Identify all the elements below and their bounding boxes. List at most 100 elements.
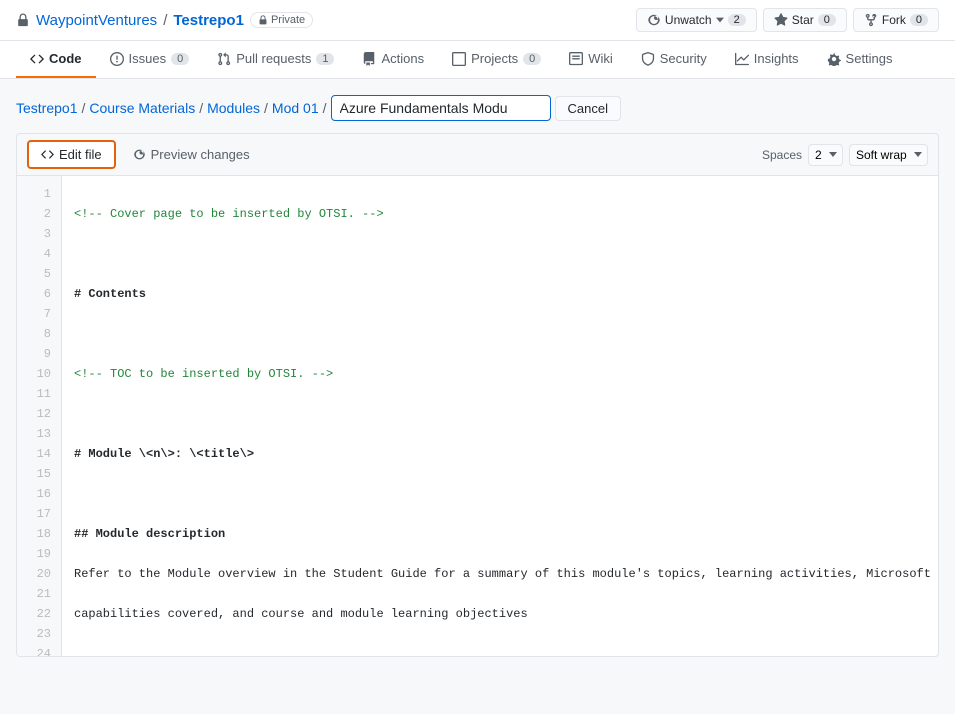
line-num-22: 22 (17, 604, 61, 624)
line-num-8: 8 (17, 324, 61, 344)
line-num-3: 3 (17, 224, 61, 244)
unwatch-count: 2 (728, 14, 746, 26)
edit-tabs: Edit file Preview changes (27, 140, 263, 169)
star-button[interactable]: Star 0 (763, 8, 847, 32)
breadcrumb-repo[interactable]: Testrepo1 (16, 100, 77, 116)
code-line-2 (74, 244, 926, 264)
fork-button[interactable]: Fork 0 (853, 8, 939, 32)
filename-input[interactable] (331, 95, 551, 121)
top-actions: Unwatch 2 Star 0 Fork 0 (636, 8, 939, 32)
title-sep: / (163, 12, 167, 29)
private-label: Private (271, 14, 305, 26)
line-num-14: 14 (17, 444, 61, 464)
main-content: Testrepo1 / Course Materials / Modules /… (0, 79, 955, 673)
line-num-4: 4 (17, 244, 61, 264)
code-line-3: # Contents (74, 284, 926, 304)
tab-issues-label: Issues (129, 51, 167, 66)
code-line-6 (74, 404, 926, 424)
tab-projects[interactable]: Projects 0 (438, 41, 555, 78)
code-lines[interactable]: 1 2 3 4 5 6 7 8 9 10 11 12 13 14 15 16 1… (17, 176, 938, 656)
breadcrumb-sep-2: / (264, 100, 268, 116)
code-content[interactable]: <!-- Cover page to be inserted by OTSI. … (62, 176, 938, 656)
tab-insights-label: Insights (754, 51, 799, 66)
tab-wiki[interactable]: Wiki (555, 41, 627, 78)
tab-settings[interactable]: Settings (813, 41, 907, 78)
line-num-20: 20 (17, 564, 61, 584)
edit-file-tab[interactable]: Edit file (27, 140, 116, 169)
tab-issues[interactable]: Issues 0 (96, 41, 204, 78)
repo-title: WaypointVentures / Testrepo1 Private (16, 12, 313, 29)
line-num-5: 5 (17, 264, 61, 284)
top-bar: WaypointVentures / Testrepo1 Private Unw… (0, 0, 955, 41)
line-num-19: 19 (17, 544, 61, 564)
tab-security-label: Security (660, 51, 707, 66)
code-editor[interactable]: 1 2 3 4 5 6 7 8 9 10 11 12 13 14 15 16 1… (16, 175, 939, 657)
line-numbers: 1 2 3 4 5 6 7 8 9 10 11 12 13 14 15 16 1… (17, 176, 62, 656)
line-num-13: 13 (17, 424, 61, 444)
tab-pull-requests[interactable]: Pull requests 1 (203, 41, 348, 78)
edit-file-label: Edit file (59, 147, 102, 162)
line-num-17: 17 (17, 504, 61, 524)
breadcrumb-sep-1: / (199, 100, 203, 116)
spaces-label: Spaces (762, 148, 802, 162)
breadcrumb-mod01[interactable]: Mod 01 (272, 100, 319, 116)
code-line-4 (74, 324, 926, 344)
code-line-12 (74, 644, 926, 656)
tab-projects-badge: 0 (523, 53, 541, 65)
tab-actions[interactable]: Actions (348, 41, 438, 78)
preview-changes-label: Preview changes (151, 147, 250, 162)
tab-wiki-label: Wiki (588, 51, 613, 66)
org-link[interactable]: WaypointVentures (36, 12, 157, 29)
line-num-23: 23 (17, 624, 61, 644)
breadcrumb-sep-0: / (81, 100, 85, 116)
line-num-11: 11 (17, 384, 61, 404)
tab-security[interactable]: Security (627, 41, 721, 78)
tab-insights[interactable]: Insights (721, 41, 813, 78)
fork-label: Fork (882, 13, 906, 27)
line-num-16: 16 (17, 484, 61, 504)
line-num-15: 15 (17, 464, 61, 484)
code-line-5: <!-- TOC to be inserted by OTSI. --> (74, 364, 926, 384)
breadcrumb-modules[interactable]: Modules (207, 100, 260, 116)
nav-tabs: Code Issues 0 Pull requests 1 Actions Pr… (0, 41, 955, 79)
breadcrumb-sep-3: / (323, 100, 327, 116)
line-num-12: 12 (17, 404, 61, 424)
line-num-6: 6 (17, 284, 61, 304)
repo-link[interactable]: Testrepo1 (173, 12, 244, 29)
line-num-10: 10 (17, 364, 61, 384)
unwatch-label: Unwatch (665, 13, 712, 27)
cancel-button[interactable]: Cancel (555, 96, 621, 121)
line-num-1: 1 (17, 184, 61, 204)
breadcrumb-course-materials[interactable]: Course Materials (89, 100, 195, 116)
code-line-8 (74, 484, 926, 504)
code-line-10: Refer to the Module overview in the Stud… (74, 564, 926, 584)
fork-count: 0 (910, 14, 928, 26)
line-num-18: 18 (17, 524, 61, 544)
tab-actions-label: Actions (381, 51, 424, 66)
tab-code-label: Code (49, 51, 82, 66)
tab-issues-badge: 0 (171, 53, 189, 65)
line-num-21: 21 (17, 584, 61, 604)
preview-changes-tab[interactable]: Preview changes (120, 140, 263, 169)
private-badge: Private (250, 12, 313, 28)
tab-projects-label: Projects (471, 51, 518, 66)
tab-pr-label: Pull requests (236, 51, 311, 66)
code-line-7: # Module \<n\>: \<title\> (74, 444, 926, 464)
code-line-9: ## Module description (74, 524, 926, 544)
tab-pr-badge: 1 (316, 53, 334, 65)
line-num-2: 2 (17, 204, 61, 224)
wrap-select[interactable]: Soft wrap No wrap (849, 144, 928, 166)
breadcrumb: Testrepo1 / Course Materials / Modules /… (16, 95, 939, 121)
line-num-9: 9 (17, 344, 61, 364)
tab-code[interactable]: Code (16, 41, 96, 78)
tab-settings-label: Settings (846, 51, 893, 66)
spaces-select[interactable]: 2 4 8 (808, 144, 843, 166)
line-num-7: 7 (17, 304, 61, 324)
line-num-24: 24 (17, 644, 61, 656)
edit-toolbar: Edit file Preview changes Spaces 2 4 8 S… (16, 133, 939, 175)
unwatch-button[interactable]: Unwatch 2 (636, 8, 757, 32)
code-line-11: capabilities covered, and course and mod… (74, 604, 926, 624)
code-line-1: <!-- Cover page to be inserted by OTSI. … (74, 204, 926, 224)
star-count: 0 (818, 14, 836, 26)
edit-options: Spaces 2 4 8 Soft wrap No wrap (762, 144, 928, 166)
